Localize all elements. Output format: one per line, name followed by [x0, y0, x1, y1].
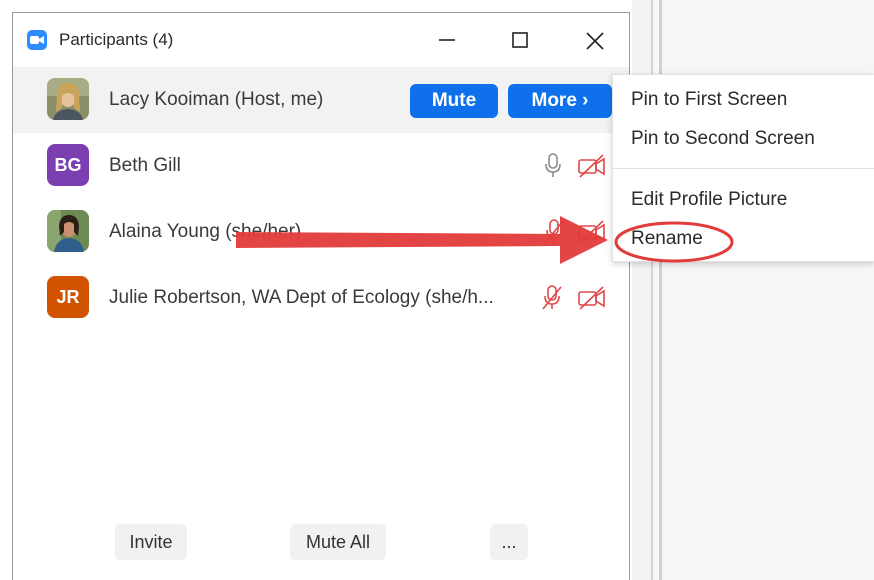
more-button[interactable]: More ›	[508, 84, 612, 118]
participant-name: Julie Robertson, WA Dept of Ecology (she…	[109, 287, 494, 308]
avatar: BG	[47, 144, 89, 186]
video-off-icon[interactable]	[577, 153, 607, 184]
window-title: Participants (4)	[59, 30, 174, 49]
avatar-initials: JR	[56, 287, 80, 307]
mute-button[interactable]: Mute	[410, 84, 498, 118]
menu-divider	[613, 168, 874, 169]
menu-item-edit-profile-picture[interactable]: Edit Profile Picture	[631, 189, 787, 211]
participant-name: Beth Gill	[109, 155, 181, 176]
maximize-button[interactable]	[500, 23, 540, 57]
menu-item-pin-second-screen[interactable]: Pin to Second Screen	[631, 128, 815, 150]
participants-window: Participants (4) Lacy Kooiman (Host, me)…	[12, 12, 630, 580]
participant-row[interactable]: Lacy Kooiman (Host, me) Mute More ›	[13, 67, 629, 133]
zoom-app-icon	[27, 30, 47, 50]
close-button[interactable]	[575, 23, 615, 57]
minimize-button[interactable]	[427, 23, 467, 57]
title-bar: Participants (4)	[13, 13, 629, 65]
menu-item-pin-first-screen[interactable]: Pin to First Screen	[631, 89, 787, 111]
mute-all-button[interactable]: Mute All	[290, 524, 386, 560]
avatar	[47, 210, 89, 252]
avatar	[47, 78, 89, 120]
more-options-button[interactable]: ...	[490, 524, 528, 560]
participant-name: Lacy Kooiman (Host, me)	[109, 89, 324, 110]
invite-button[interactable]: Invite	[115, 524, 187, 560]
participant-row[interactable]: BG Beth Gill	[13, 133, 629, 199]
avatar-initials: BG	[54, 155, 82, 175]
mic-off-icon[interactable]	[541, 285, 563, 316]
annotation-circle	[614, 221, 734, 263]
avatar: JR	[47, 276, 89, 318]
video-off-icon[interactable]	[577, 285, 607, 316]
participant-row[interactable]: JR Julie Robertson, WA Dept of Ecology (…	[13, 265, 629, 331]
mic-icon[interactable]	[543, 153, 563, 184]
annotation-arrow	[236, 216, 608, 264]
